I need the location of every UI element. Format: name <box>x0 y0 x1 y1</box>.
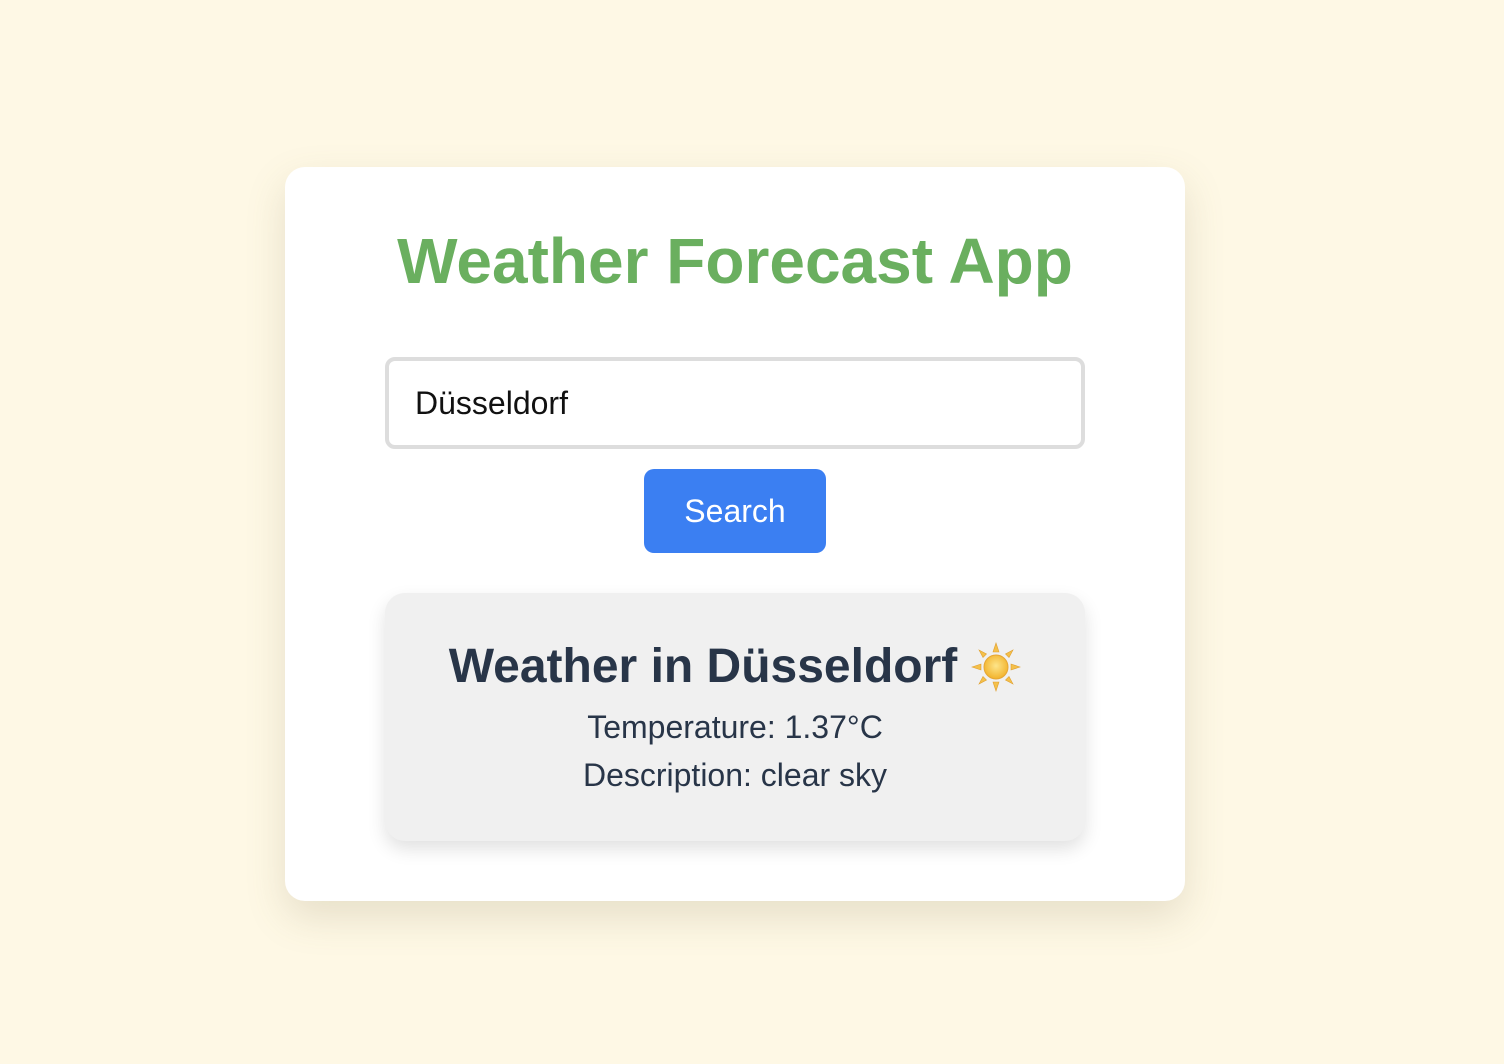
search-button[interactable]: Search <box>644 469 826 553</box>
app-title: Weather Forecast App <box>397 225 1073 297</box>
weather-result-panel: Weather in Düsseldorf Temperature: 1.37°… <box>385 593 1085 841</box>
city-search-input[interactable] <box>385 357 1085 449</box>
weather-result-heading: Weather in Düsseldorf <box>385 637 1085 697</box>
temperature-text: Temperature: 1.37°C <box>587 709 883 745</box>
description-text: Description: clear sky <box>582 757 888 793</box>
weather-heading-text: Weather in Düsseldorf <box>448 640 958 693</box>
weather-card: Weather Forecast App Search Weather in D… <box>285 167 1185 901</box>
sun-icon <box>971 642 1022 692</box>
